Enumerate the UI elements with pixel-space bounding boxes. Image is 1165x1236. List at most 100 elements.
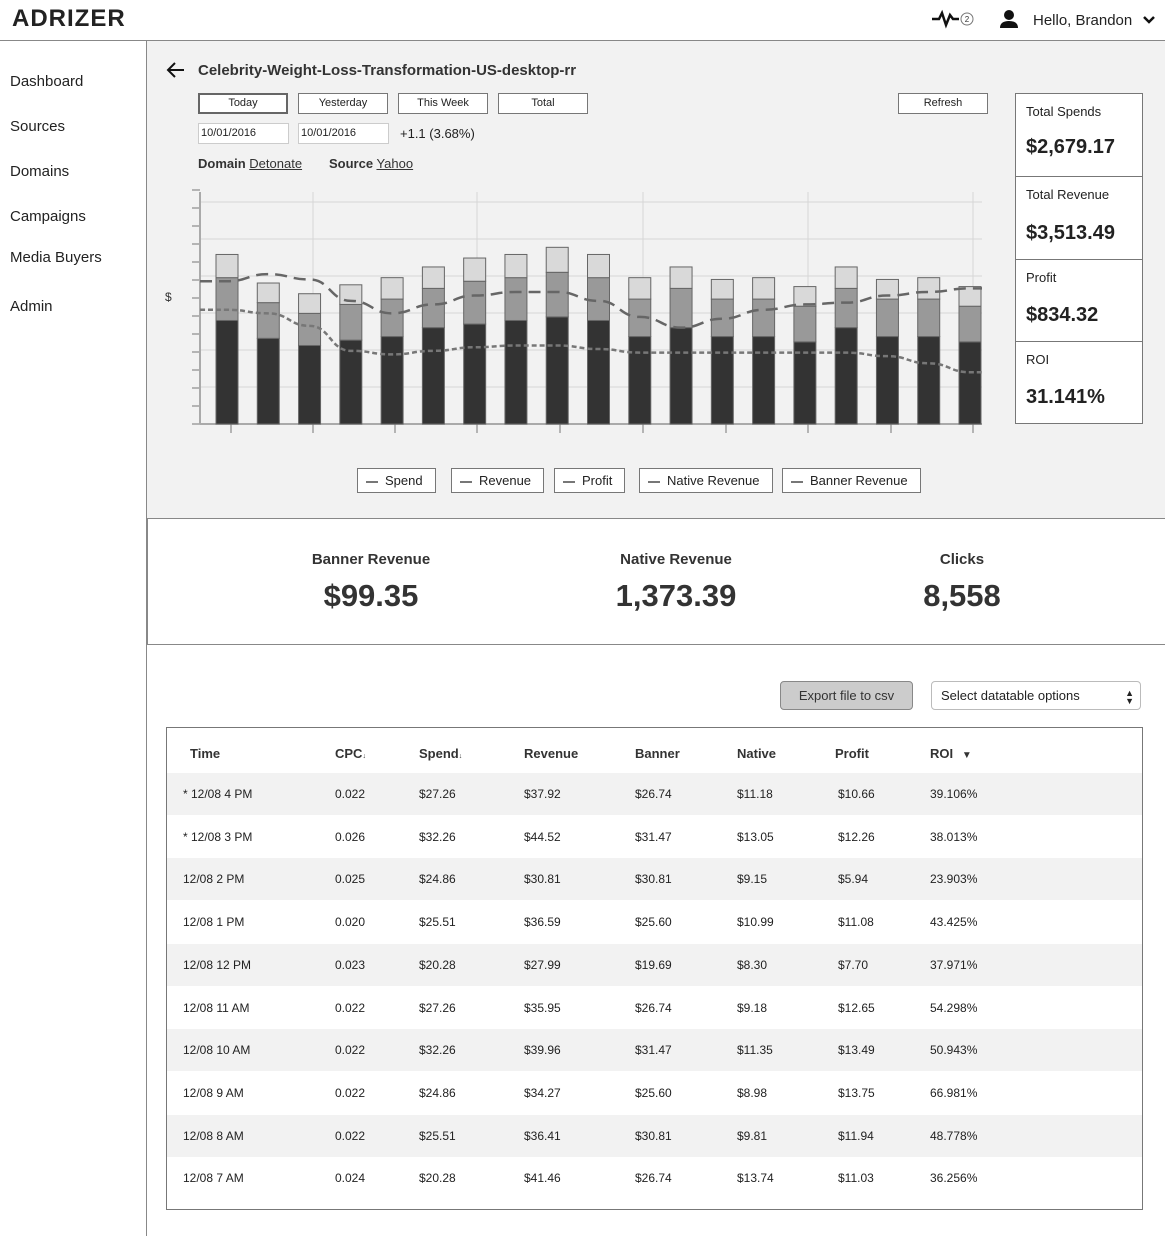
export-csv-button[interactable]: Export file to csv: [780, 681, 913, 710]
bar-spend: [587, 319, 610, 425]
bar-native-revenue: [958, 305, 982, 343]
date-to-input[interactable]: 10/01/2016: [298, 123, 389, 144]
legend-banner-revenue[interactable]: Banner Revenue: [782, 468, 921, 493]
legend-swatch: [366, 480, 378, 483]
column-header-native[interactable]: Native: [737, 740, 776, 768]
card-profit: Profit $834.32: [1015, 259, 1143, 342]
chevron-down-icon[interactable]: [1142, 13, 1156, 31]
cell-native: $10.99: [737, 915, 774, 930]
column-header-spend[interactable]: Spend↓: [419, 740, 462, 771]
cell-spend: $24.86: [419, 872, 456, 887]
cell-banner: $19.69: [635, 957, 672, 972]
sort-icon[interactable]: ↓: [362, 753, 366, 760]
back-arrow-icon[interactable]: [165, 60, 185, 85]
cell-native: $11.35: [737, 1043, 773, 1058]
cell-revenue: $37.92: [524, 787, 561, 801]
top-header: ADRIZER 2 Hello, Brandon: [0, 0, 1165, 41]
sort-icon[interactable]: ↓: [459, 753, 463, 760]
column-header-revenue[interactable]: Revenue: [524, 740, 578, 768]
cell-cpc: 0.024: [335, 1171, 366, 1186]
cell-roi: 43.425%: [930, 915, 978, 930]
datatable-options-select[interactable]: Select datatable options ▲ ▼: [931, 681, 1141, 710]
cell-profit: $7.70: [838, 957, 869, 972]
card-label: Total Spends: [1026, 104, 1102, 119]
legend-profit[interactable]: Profit: [554, 468, 626, 493]
bar-native-revenue: [504, 277, 528, 321]
cell-time: 12/08 10 AM: [183, 1043, 251, 1058]
cell-roi: 54.298%: [930, 1000, 978, 1015]
domain-info: Domain Detonate: [198, 156, 302, 171]
bar-spend: [875, 336, 899, 425]
range-total-button[interactable]: Total: [498, 93, 588, 114]
column-label: Native: [737, 746, 777, 761]
column-header-time[interactable]: Time: [190, 740, 220, 768]
legend-native-revenue[interactable]: Native Revenue: [639, 468, 773, 493]
column-header-cpc[interactable]: CPC↓: [335, 740, 366, 771]
sidebar-item-media-buyers[interactable]: Media Buyers: [10, 249, 102, 266]
cell-revenue: $27.99: [524, 957, 561, 972]
cell-time: 12/08 9 AM: [183, 1085, 244, 1100]
table-row[interactable]: 12/08 2 PM 0.025 $24.86 $30.81 $30.81 $9.15 $5…: [167, 858, 1142, 901]
column-label: Spend: [419, 746, 459, 761]
cell-profit: $11.03: [838, 1171, 874, 1186]
bar-spend: [463, 323, 487, 425]
column-header-roi[interactable]: ROI ▼: [930, 740, 972, 770]
legend-spend[interactable]: Spend: [357, 468, 436, 493]
range-yesterday-button[interactable]: Yesterday: [298, 93, 388, 114]
user-icon[interactable]: [999, 9, 1019, 34]
cell-cpc: 0.020: [335, 915, 366, 930]
bar-native-revenue: [545, 271, 569, 318]
sidebar-item-campaigns[interactable]: Campaigns: [10, 208, 86, 225]
range-today-button[interactable]: Today: [198, 93, 288, 114]
cell-roi: 66.981%: [930, 1085, 978, 1100]
table-row[interactable]: 12/08 9 AM 0.022 $24.86 $34.27 $25.60 $8.98 $1…: [167, 1072, 1142, 1114]
cell-profit: $10.66: [838, 787, 875, 801]
stat-banner-revenue: Banner Revenue $99.35: [221, 551, 521, 614]
bar-spend: [710, 336, 734, 425]
y-axis-label: $: [165, 290, 172, 304]
legend-swatch: [648, 480, 660, 483]
column-header-profit[interactable]: Profit: [835, 740, 869, 768]
sidebar-item-admin[interactable]: Admin: [10, 298, 53, 315]
activity-icon[interactable]: 2: [931, 9, 977, 34]
date-from-input[interactable]: 10/01/2016: [198, 123, 289, 144]
refresh-button[interactable]: Refresh: [898, 93, 988, 114]
cell-profit: $12.65: [838, 1000, 875, 1015]
cell-time: 12/08 1 PM: [183, 915, 245, 930]
domain-link[interactable]: Detonate: [249, 156, 302, 171]
page-title: Celebrity-Weight-Loss-Transformation-US-…: [198, 62, 577, 79]
column-label: Time: [190, 746, 221, 761]
table-row[interactable]: 12/08 11 AM 0.022 $27.26 $35.95 $26.74 $9.18 $…: [167, 987, 1142, 1029]
sidebar-item-dashboard[interactable]: Dashboard: [10, 73, 83, 90]
range-this-week-button[interactable]: This Week: [398, 93, 488, 114]
source-link[interactable]: Yahoo: [376, 156, 413, 171]
user-greeting[interactable]: Hello, Brandon: [1033, 12, 1132, 29]
cell-revenue: $41.46: [524, 1171, 561, 1186]
logo[interactable]: ADRIZER: [12, 5, 126, 33]
bar-banner-revenue: [298, 293, 322, 314]
cell-roi: 38.013%: [930, 829, 978, 844]
table-row[interactable]: * 12/08 3 PM 0.026 $32.26 $44.52 $31.47 $13.0…: [167, 816, 1142, 858]
sidebar-item-domains[interactable]: Domains: [10, 163, 69, 180]
bar-native-revenue: [463, 280, 487, 325]
card-value: 31.141%: [1026, 386, 1105, 408]
sort-desc-icon[interactable]: ▼: [959, 750, 972, 761]
table-row[interactable]: 12/08 8 AM 0.022 $25.51 $36.41 $30.81 $9.81 $1…: [167, 1114, 1142, 1157]
table-row[interactable]: * 12/08 4 PM 0.022 $27.26 $37.92 $26.74 $11.1…: [167, 773, 1142, 815]
table-row[interactable]: 12/08 7 AM 0.024 $20.28 $41.46 $26.74 $13.74 $…: [167, 1157, 1142, 1199]
bar-spend: [504, 319, 528, 425]
bar-banner-revenue: [752, 277, 776, 300]
cell-profit: $12.26: [838, 829, 875, 844]
table-row[interactable]: 12/08 12 PM 0.023 $20.28 $27.99 $19.69 $8.30 $…: [167, 943, 1142, 986]
table-row[interactable]: 12/08 1 PM 0.020 $25.51 $36.59 $25.60 $10.99 $…: [167, 901, 1142, 943]
bar-banner-revenue: [834, 266, 858, 289]
cell-roi: 39.106%: [930, 787, 978, 801]
table-row[interactable]: 12/08 10 AM 0.022 $32.26 $39.96 $31.47 $11.35…: [167, 1029, 1142, 1072]
sidebar-item-sources[interactable]: Sources: [10, 118, 65, 135]
cell-native: $8.98: [737, 1085, 768, 1100]
cell-banner: $26.74: [635, 787, 672, 801]
column-header-banner[interactable]: Banner: [635, 740, 680, 768]
bar-native-revenue: [669, 287, 693, 329]
bar-spend: [421, 327, 445, 425]
legend-revenue[interactable]: Revenue: [451, 468, 545, 493]
